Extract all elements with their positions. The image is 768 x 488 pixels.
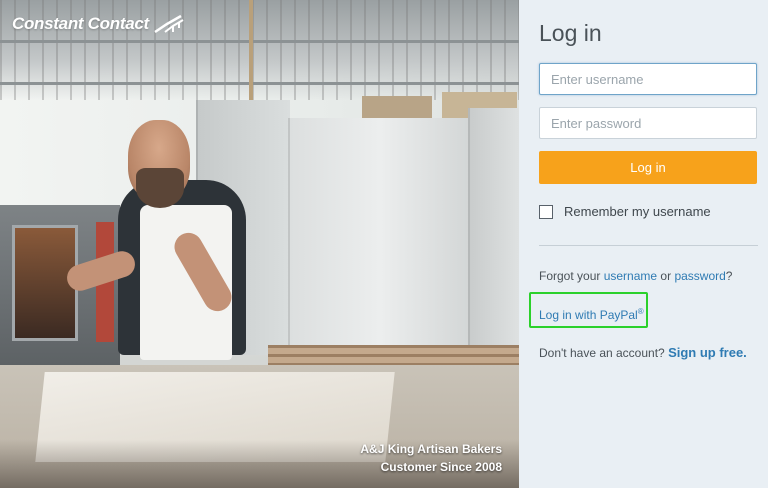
- forgot-credentials: Forgot your username or password?: [539, 269, 732, 283]
- paypal-login-label: Log in with PayPal: [539, 308, 638, 322]
- forgot-prefix: Forgot your: [539, 269, 601, 283]
- forgot-username-link[interactable]: username: [604, 269, 657, 283]
- forgot-password-link[interactable]: password: [674, 269, 725, 283]
- hero-shelf-bar: [0, 40, 519, 43]
- hero-box: [362, 96, 432, 120]
- paypal-registered-mark: ®: [637, 307, 644, 316]
- signup-prefix: Don't have an account?: [539, 346, 665, 360]
- hero-photo: Constant Contact A&J King Artisan Bakers…: [0, 0, 519, 488]
- hero-fridge: [468, 108, 519, 353]
- forgot-or: or: [660, 269, 672, 283]
- hero-caption-line2: Customer Since 2008: [380, 460, 502, 474]
- page-title: Log in: [539, 20, 602, 46]
- hero-caption-line1: A&J King Artisan Bakers: [360, 442, 502, 456]
- hero-fridge: [288, 118, 470, 353]
- brand-logo[interactable]: Constant Contact: [12, 14, 187, 34]
- remember-checkbox[interactable]: [539, 204, 553, 219]
- divider: [539, 245, 758, 246]
- signup-link[interactable]: Sign up free.: [668, 345, 747, 360]
- username-field[interactable]: [539, 63, 757, 95]
- login-panel: Log in Log in Remember my username Forgo…: [519, 0, 768, 488]
- password-field[interactable]: [539, 107, 757, 139]
- login-button[interactable]: Log in: [539, 151, 757, 184]
- hero-beard: [136, 168, 184, 208]
- remember-label: Remember my username: [564, 204, 711, 219]
- hero-shelf-bar: [0, 82, 519, 85]
- hero-caption: A&J King Artisan Bakers Customer Since 2…: [360, 440, 502, 476]
- remember-username[interactable]: Remember my username: [539, 204, 711, 219]
- forgot-suffix: ?: [725, 269, 733, 283]
- brand-logo-text: Constant Contact: [12, 14, 149, 33]
- logo-swoosh-icon: [154, 14, 184, 34]
- paypal-login-link[interactable]: Log in with PayPal®: [539, 307, 644, 322]
- signup-prompt: Don't have an account? Sign up free.: [539, 345, 747, 360]
